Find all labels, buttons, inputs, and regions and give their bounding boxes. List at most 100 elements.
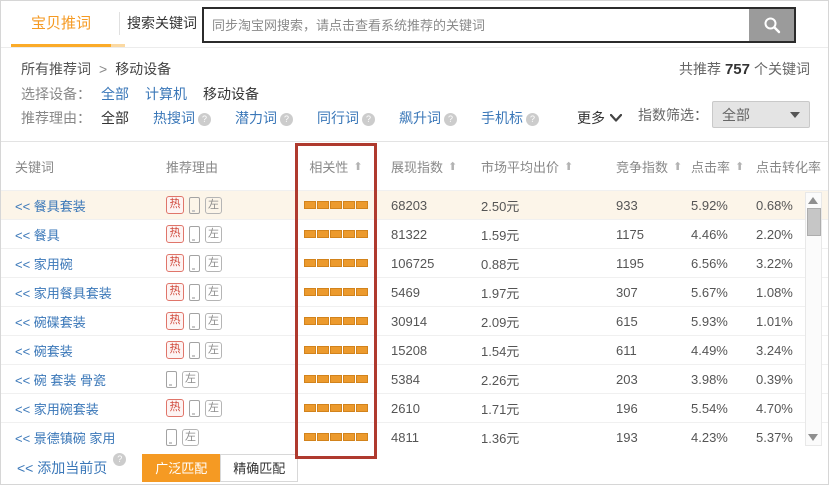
keyword-link[interactable]: << 景德镇碗 家用 bbox=[15, 428, 115, 447]
column-header-label: 点击率 bbox=[691, 157, 730, 176]
search-input[interactable] bbox=[204, 9, 749, 41]
search-button[interactable] bbox=[749, 9, 794, 41]
keyword-link[interactable]: << 家用碗套装 bbox=[15, 399, 99, 418]
keyword-link[interactable]: << 碗碟套装 bbox=[15, 312, 86, 331]
relevance-block bbox=[317, 317, 329, 325]
keyword-cell: << 碗 套装 骨瓷 bbox=[1, 370, 156, 389]
help-icon[interactable]: ? bbox=[113, 453, 126, 466]
scrollbar-thumb[interactable] bbox=[807, 208, 821, 236]
tab-search-keywords[interactable]: 搜索关键词 bbox=[121, 1, 203, 46]
exact-match-button[interactable]: 精确匹配 bbox=[220, 454, 298, 482]
column-header-5[interactable]: 竞争指数⬆ bbox=[601, 157, 681, 176]
help-icon[interactable]: ? bbox=[198, 113, 211, 126]
more-filters-button[interactable]: 更多 bbox=[577, 108, 622, 128]
column-header-4[interactable]: 市场平均出价⬆ bbox=[466, 157, 601, 176]
device-option-0[interactable]: 全部 bbox=[101, 84, 129, 104]
competition-index-cell: 611 bbox=[601, 343, 681, 358]
add-current-page-link[interactable]: << 添加当前页 bbox=[17, 458, 107, 478]
sort-ascending-icon[interactable]: ⬆ bbox=[564, 160, 573, 173]
hot-badge: 热 bbox=[166, 283, 184, 301]
relevance-cell bbox=[296, 230, 376, 238]
relevance-block bbox=[343, 288, 355, 296]
relevance-bar bbox=[304, 288, 368, 296]
avg-market-price-cell: 1.71元 bbox=[466, 399, 601, 418]
scroll-down-arrow-icon[interactable] bbox=[808, 434, 818, 441]
column-header-2[interactable]: 相关性⬆ bbox=[296, 157, 376, 176]
reason-option-5[interactable]: 手机标? bbox=[481, 108, 539, 128]
breadcrumb-root[interactable]: 所有推荐词 bbox=[21, 59, 91, 79]
competition-index-cell: 933 bbox=[601, 198, 681, 213]
competition-index-cell: 196 bbox=[601, 401, 681, 416]
keyword-count-summary: 共推荐 757 个关键词 bbox=[679, 56, 810, 82]
reason-cell: 热左 bbox=[156, 254, 296, 272]
impression-index-cell: 4811 bbox=[376, 430, 466, 445]
ctr-cell: 4.23% bbox=[681, 430, 751, 445]
impression-index-cell: 68203 bbox=[376, 198, 466, 213]
relevance-block bbox=[317, 201, 329, 209]
mobile-phone-icon bbox=[189, 255, 200, 272]
breadcrumb-current: 移动设备 bbox=[115, 59, 171, 79]
relevance-cell bbox=[296, 346, 376, 354]
mobile-phone-icon bbox=[189, 342, 200, 359]
column-header-3[interactable]: 展现指数⬆ bbox=[376, 157, 466, 176]
device-option-2[interactable]: 移动设备 bbox=[203, 84, 259, 104]
keyword-link[interactable]: << 碗 套装 骨瓷 bbox=[15, 370, 106, 389]
relevance-block bbox=[330, 259, 342, 267]
help-icon[interactable]: ? bbox=[280, 113, 293, 126]
reason-cell: 左 bbox=[156, 371, 296, 388]
relevance-block bbox=[317, 346, 329, 354]
table-row: << 碗 套装 骨瓷左53842.26元2033.98%0.39% bbox=[1, 365, 828, 394]
relevance-block bbox=[356, 230, 368, 238]
keyword-link[interactable]: << 餐具 bbox=[15, 225, 60, 244]
relevance-block bbox=[330, 288, 342, 296]
sort-ascending-icon[interactable]: ⬆ bbox=[353, 160, 362, 173]
reason-option-3[interactable]: 同行词? bbox=[317, 108, 375, 128]
column-header-0: 关键词 bbox=[1, 157, 156, 176]
device-option-1[interactable]: 计算机 bbox=[145, 84, 187, 104]
table-row: << 餐具套装热左682032.50元9335.92%0.68% bbox=[1, 191, 828, 220]
keyword-link[interactable]: << 家用餐具套装 bbox=[15, 283, 112, 302]
tab-item-keyword-recommend[interactable]: 宝贝推词 bbox=[9, 1, 113, 46]
relevance-cell bbox=[296, 288, 376, 296]
reason-option-2[interactable]: 潜力词? bbox=[235, 108, 293, 128]
column-header-label: 点击转化率 bbox=[756, 157, 821, 176]
sort-ascending-icon[interactable]: ⬆ bbox=[735, 160, 744, 173]
sort-ascending-icon[interactable]: ⬆ bbox=[448, 160, 457, 173]
keyword-cell: << 家用碗 bbox=[1, 254, 156, 273]
help-icon[interactable]: ? bbox=[362, 113, 375, 126]
search-icon bbox=[763, 16, 781, 34]
table-row: << 餐具热左813221.59元11754.46%2.20% bbox=[1, 220, 828, 249]
relevance-block bbox=[356, 259, 368, 267]
column-header-6[interactable]: 点击率 ⬆ bbox=[681, 157, 751, 176]
index-filter: 指数筛选： 全部 bbox=[638, 101, 810, 128]
scroll-up-arrow-icon[interactable] bbox=[808, 197, 818, 204]
help-icon[interactable]: ? bbox=[444, 113, 457, 126]
reason-option-0[interactable]: 全部 bbox=[101, 108, 129, 128]
keyword-link[interactable]: << 碗套装 bbox=[15, 341, 73, 360]
summary-suffix: 个关键词 bbox=[754, 59, 810, 79]
table-scrollbar[interactable] bbox=[805, 192, 822, 446]
column-header-7[interactable]: 点击转化率⬆ bbox=[751, 157, 827, 176]
impression-index-cell: 5469 bbox=[376, 285, 466, 300]
index-filter-dropdown[interactable]: 全部 bbox=[712, 101, 810, 128]
relevance-block bbox=[330, 433, 342, 441]
help-icon[interactable]: ? bbox=[526, 113, 539, 126]
table-row: << 景德镇碗 家用左48111.36元1934.23%5.37% bbox=[1, 423, 828, 451]
relevance-block bbox=[356, 288, 368, 296]
relevance-block bbox=[343, 433, 355, 441]
keyword-cell: << 碗套装 bbox=[1, 341, 156, 360]
relevance-block bbox=[343, 259, 355, 267]
left-badge: 左 bbox=[205, 313, 222, 330]
relevance-cell bbox=[296, 433, 376, 441]
keyword-cell: << 景德镇碗 家用 bbox=[1, 428, 156, 447]
add-page-label: 添加当前页 bbox=[37, 460, 107, 476]
keyword-link[interactable]: << 餐具套装 bbox=[15, 196, 86, 215]
reason-option-1[interactable]: 热搜词? bbox=[153, 108, 211, 128]
relevance-bar bbox=[304, 404, 368, 412]
reason-option-4[interactable]: 飙升词? bbox=[399, 108, 457, 128]
chevron-down-icon bbox=[610, 114, 622, 122]
broad-match-button[interactable]: 广泛匹配 bbox=[142, 454, 220, 482]
impression-index-cell: 15208 bbox=[376, 343, 466, 358]
keyword-link[interactable]: << 家用碗 bbox=[15, 254, 73, 273]
relevance-block bbox=[356, 201, 368, 209]
